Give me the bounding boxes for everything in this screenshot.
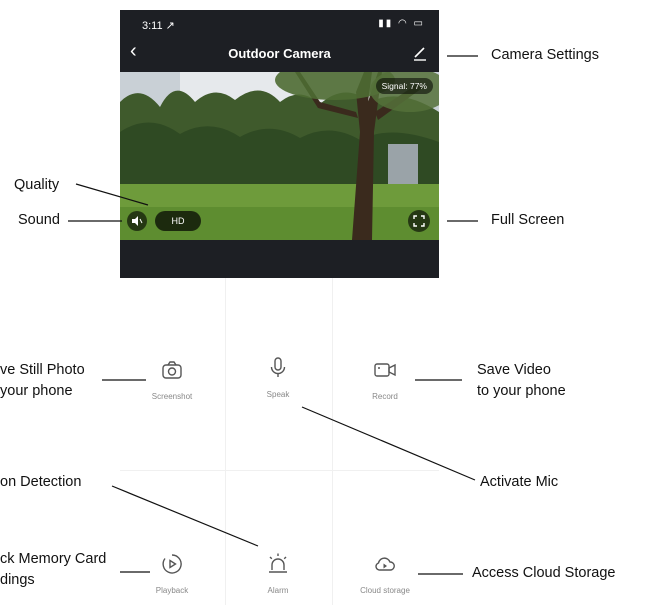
callout-quality: Quality bbox=[14, 177, 60, 193]
annotation-leader-lines bbox=[68, 55, 478, 575]
callout-camera-settings: Camera Settings bbox=[491, 47, 599, 63]
callout-save-photo-line1: ve Still Photo bbox=[0, 362, 85, 378]
callout-playback-line2: dings bbox=[0, 572, 35, 588]
callout-motion-detection: on Detection bbox=[0, 474, 82, 490]
callout-sound: Sound bbox=[18, 212, 60, 228]
callout-save-video-line2: to your phone bbox=[477, 383, 566, 399]
callout-save-video-line1: Save Video bbox=[477, 362, 551, 378]
callout-activate-mic: Activate Mic bbox=[480, 474, 559, 490]
callout-full-screen: Full Screen bbox=[491, 212, 565, 228]
callout-save-photo-line2: your phone bbox=[0, 383, 73, 399]
callout-playback-line1: ck Memory Card bbox=[0, 551, 107, 567]
callout-cloud-storage: Access Cloud Storage bbox=[472, 565, 616, 581]
